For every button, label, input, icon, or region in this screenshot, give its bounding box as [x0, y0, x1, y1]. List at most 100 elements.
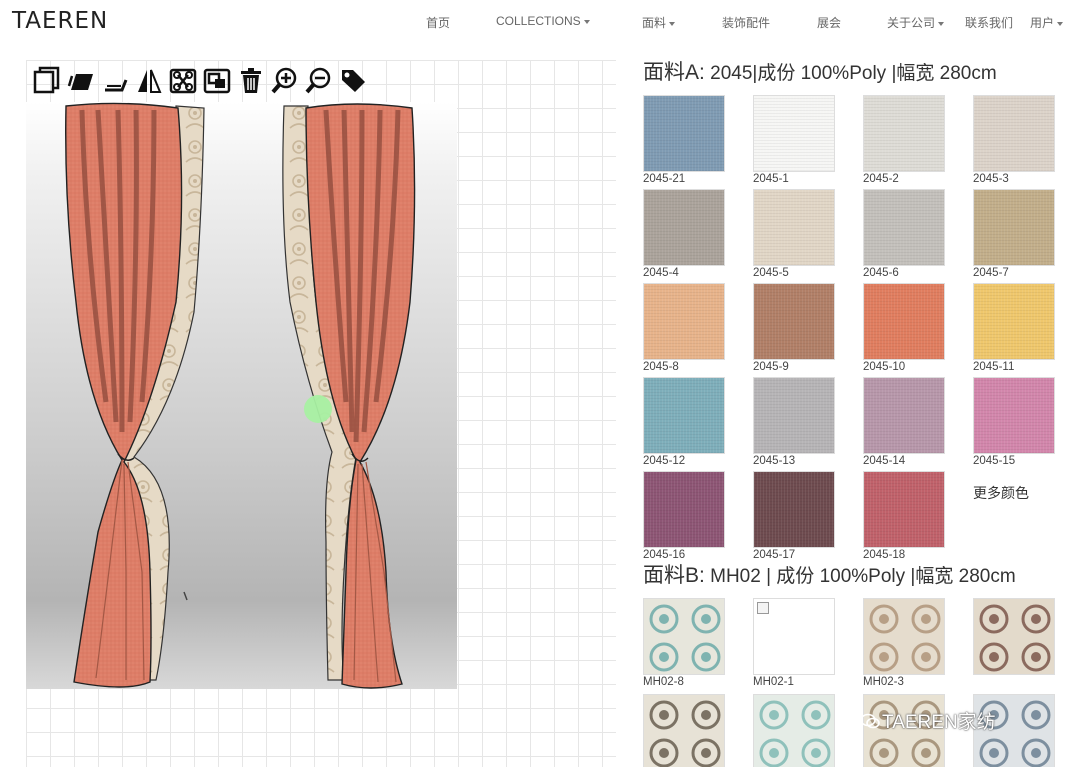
swatch-chip[interactable]: [643, 189, 725, 266]
group-icon[interactable]: [168, 64, 198, 98]
swatch-chip[interactable]: [643, 95, 725, 172]
swatch-chip[interactable]: [643, 694, 725, 767]
swatch-code: 2045-13: [753, 455, 796, 467]
fabric-a-swatch[interactable]: 2045-8: [643, 283, 725, 377]
nav-item-4[interactable]: 展会: [817, 14, 841, 31]
swatch-code: 2045-3: [973, 173, 1009, 185]
swatch-chip[interactable]: [753, 95, 835, 172]
flip-icon[interactable]: [134, 64, 164, 98]
fabric-a-swatch[interactable]: 2045-1: [753, 95, 835, 189]
fabric-a-title: 面料A: 2045|成份 100%Poly |幅宽 280cm: [643, 61, 997, 84]
fabric-a-swatch[interactable]: 2045-9: [753, 283, 835, 377]
swatch-chip[interactable]: [643, 471, 725, 548]
fabric-b-swatch[interactable]: MH02-8: [643, 598, 725, 694]
swatch-chip[interactable]: [863, 283, 945, 360]
damask-pattern: [979, 604, 1051, 672]
swatch-code: 2045-12: [643, 455, 686, 467]
damask-pattern: [869, 604, 941, 672]
swatch-chip[interactable]: [753, 471, 835, 548]
swatch-chip[interactable]: [863, 189, 945, 266]
damask-pattern: [649, 700, 721, 767]
swatch-code: 2045-4: [643, 267, 679, 279]
swatch-chip[interactable]: [753, 377, 835, 454]
chevron-down-icon: [583, 19, 590, 24]
trash-icon[interactable]: [236, 64, 266, 98]
swatch-chip[interactable]: [753, 283, 835, 360]
nav-item-1[interactable]: COLLECTIONS: [496, 14, 590, 28]
nav-item-2[interactable]: 面料: [642, 14, 676, 31]
swatch-chip[interactable]: [973, 189, 1055, 266]
fabric-b-swatch[interactable]: [753, 694, 835, 767]
fabric-b-swatch[interactable]: [643, 694, 725, 767]
swatch-code: 2045-21: [643, 173, 686, 185]
fabric-b-swatch[interactable]: MH02-1: [753, 598, 835, 694]
swatch-chip[interactable]: [863, 377, 945, 454]
fabric-a-swatch[interactable]: 2045-12: [643, 377, 725, 471]
fabric-a-swatch[interactable]: 2045-18: [863, 471, 945, 565]
nav-item-3[interactable]: 装饰配件: [722, 14, 770, 31]
drag-handle[interactable]: [304, 395, 332, 423]
fabric-a-swatch[interactable]: 2045-4: [643, 189, 725, 283]
nav-item-5[interactable]: 关于公司: [887, 14, 945, 31]
swatch-chip[interactable]: [643, 598, 725, 675]
fabric-b-title: 面料B: MH02 | 成份 100%Poly |幅宽 280cm: [643, 564, 1016, 587]
swatch-code: 2045-14: [863, 455, 906, 467]
fabric-a-swatch[interactable]: 2045-5: [753, 189, 835, 283]
top-navbar: TAEREN 首页 COLLECTIONS 面料 装饰配件 展会 关于公司 联系我们 用户: [0, 0, 1080, 44]
swatch-chip[interactable]: [863, 598, 945, 675]
fabric-a-swatch[interactable]: 2045-7: [973, 189, 1055, 283]
chevron-down-icon: [938, 21, 945, 26]
fabric-a-swatch[interactable]: 2045-13: [753, 377, 835, 471]
nav-item-0[interactable]: 首页: [426, 14, 450, 31]
swatch-code: 2045-10: [863, 361, 906, 373]
nav-item-6[interactable]: 联系我们: [965, 14, 1013, 31]
tag-icon[interactable]: [338, 64, 368, 98]
fabric-a-swatch[interactable]: 2045-3: [973, 95, 1055, 189]
swatch-code: 2045-6: [863, 267, 899, 279]
swatch-chip[interactable]: [973, 598, 1055, 675]
watermark: TAEREN家纺: [882, 712, 996, 733]
swatch-chip[interactable]: [863, 95, 945, 172]
swatch-chip[interactable]: [753, 694, 835, 767]
swatch-code: MH02-3: [863, 676, 904, 688]
swatch-chip[interactable]: [643, 377, 725, 454]
zoom-in-icon[interactable]: [270, 64, 300, 98]
curtain-preview[interactable]: [26, 102, 457, 689]
layer-back-icon[interactable]: [66, 64, 96, 98]
fabric-a-swatch[interactable]: 2045-11: [973, 283, 1055, 377]
fabric-panel: 面料A: 2045|成份 100%Poly |幅宽 280cm 2045-21 2…: [643, 60, 1063, 767]
brand-logo[interactable]: TAEREN: [12, 8, 108, 34]
swatch-chip[interactable]: [973, 377, 1055, 454]
fabric-a-swatch[interactable]: 2045-14: [863, 377, 945, 471]
fabric-b-swatch[interactable]: [973, 598, 1055, 694]
swatch-chip[interactable]: [973, 283, 1055, 360]
ungroup-icon[interactable]: [202, 64, 232, 98]
swatch-code: 2045-1: [753, 173, 789, 185]
zoom-out-icon[interactable]: [304, 64, 334, 98]
fabric-a-swatch[interactable]: 2045-17: [753, 471, 835, 565]
wechat-icon: [860, 713, 880, 729]
fabric-a-swatch[interactable]: 2045-21: [643, 95, 725, 189]
fabric-a-swatch[interactable]: 2045-16: [643, 471, 725, 565]
swatch-chip[interactable]: [753, 598, 835, 675]
fabric-b-swatch-grid: MH02-8 MH02-1 MH02-3: [643, 598, 1063, 767]
swatch-chip[interactable]: [753, 189, 835, 266]
fabric-a-swatch[interactable]: 2045-15: [973, 377, 1055, 471]
swatch-code: MH02-8: [643, 676, 684, 688]
swatch-code: 2045-8: [643, 361, 679, 373]
fabric-a-swatch[interactable]: 2045-6: [863, 189, 945, 283]
swatch-chip[interactable]: [863, 471, 945, 548]
more-colors-link[interactable]: 更多颜色: [973, 471, 1055, 565]
curtain-designer-canvas[interactable]: [26, 60, 616, 767]
send-backward-icon[interactable]: [100, 64, 130, 98]
nav-item-7[interactable]: 用户: [1030, 14, 1064, 31]
fabric-a-swatch[interactable]: 2045-2: [863, 95, 945, 189]
fabric-a-swatch-grid: 2045-21 2045-1 2045-2 2045-3 2045-4 2045-5 204…: [643, 95, 1063, 565]
fabric-b-swatch[interactable]: MH02-3: [863, 598, 945, 694]
fabric-a-swatch[interactable]: 2045-10: [863, 283, 945, 377]
swatch-chip[interactable]: [643, 283, 725, 360]
layer-front-icon[interactable]: [32, 64, 62, 98]
swatch-chip[interactable]: [973, 95, 1055, 172]
broken-image-icon: [757, 602, 769, 614]
swatch-code: 2045-7: [973, 267, 1009, 279]
